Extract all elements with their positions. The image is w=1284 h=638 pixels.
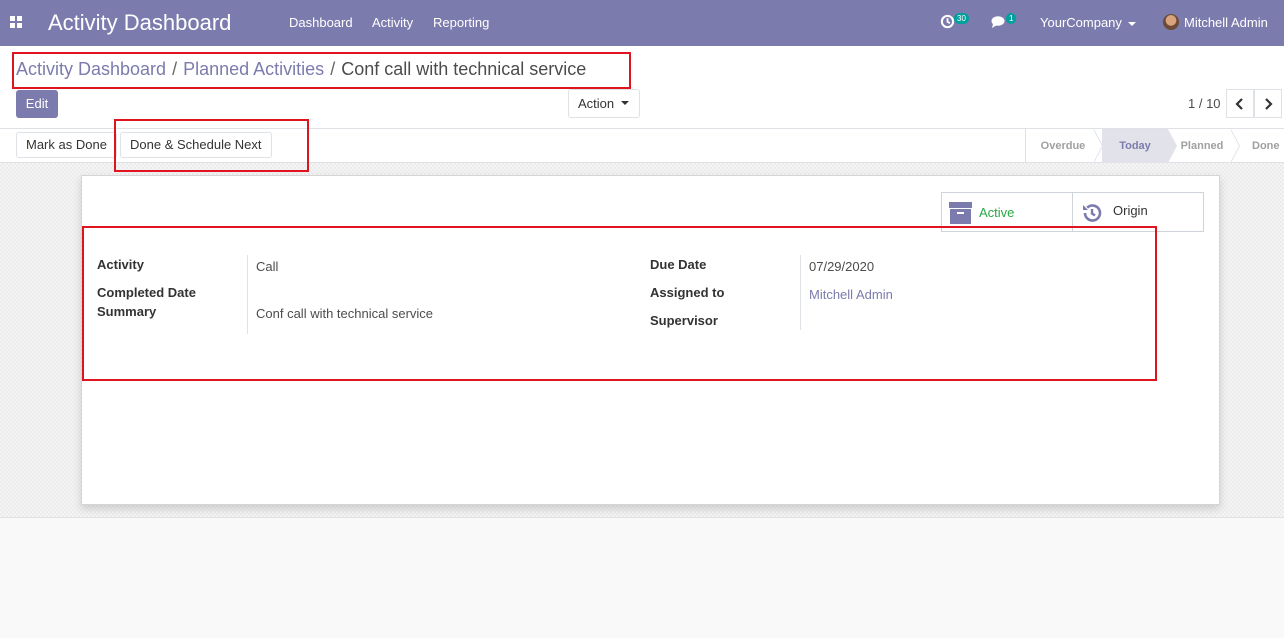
activity-systray[interactable]: 30 <box>940 0 976 46</box>
pager-next-button[interactable] <box>1254 89 1282 118</box>
chevron-down-icon <box>621 101 630 106</box>
origin-label: Origin <box>1113 203 1148 218</box>
chevron-left-icon <box>1235 97 1243 110</box>
annotation-schedule-next-highlight <box>114 119 309 172</box>
pager-value[interactable]: 1 / 10 <box>1188 96 1221 111</box>
company-name: YourCompany <box>1040 15 1122 30</box>
history-icon <box>1083 204 1102 222</box>
annotation-form-fields-highlight <box>82 226 1157 381</box>
stage-arrow <box>1093 129 1102 163</box>
archive-icon <box>949 202 972 224</box>
clock-icon <box>940 14 955 29</box>
chevron-right-icon <box>1265 97 1273 110</box>
chevron-down-icon <box>1127 21 1136 26</box>
top-navbar: Activity Dashboard Dashboard Activity Re… <box>0 0 1284 46</box>
stage-done[interactable]: Done <box>1252 129 1284 163</box>
comments-icon <box>991 16 1005 28</box>
action-label: Action <box>578 96 615 111</box>
company-switcher[interactable]: YourCompany <box>1040 15 1136 30</box>
user-name[interactable]: Mitchell Admin <box>1184 15 1268 30</box>
pager-previous-button[interactable] <box>1226 89 1254 118</box>
active-label: Active <box>979 205 1015 220</box>
apps-icon[interactable] <box>10 16 22 28</box>
stage-arrow <box>1230 129 1239 163</box>
stage-today[interactable]: Today <box>1102 129 1168 163</box>
messages-systray[interactable]: 1 <box>991 0 1023 46</box>
message-count-badge: 1 <box>1006 13 1017 24</box>
activity-count-badge: 30 <box>954 13 969 24</box>
action-dropdown[interactable]: Action <box>568 89 640 118</box>
app-title: Activity Dashboard <box>48 10 232 35</box>
menu-reporting[interactable]: Reporting <box>433 15 489 30</box>
annotation-breadcrumb-highlight <box>12 52 631 89</box>
mark-as-done-button[interactable]: Mark as Done <box>16 132 117 158</box>
page-footer-area <box>0 518 1284 638</box>
edit-button[interactable]: Edit <box>16 90 58 118</box>
avatar[interactable] <box>1163 14 1179 30</box>
menu-activity[interactable]: Activity <box>372 15 413 30</box>
stage-overdue[interactable]: Overdue <box>1026 129 1100 163</box>
menu-dashboard[interactable]: Dashboard <box>289 15 353 30</box>
stage-planned[interactable]: Planned <box>1174 129 1230 163</box>
